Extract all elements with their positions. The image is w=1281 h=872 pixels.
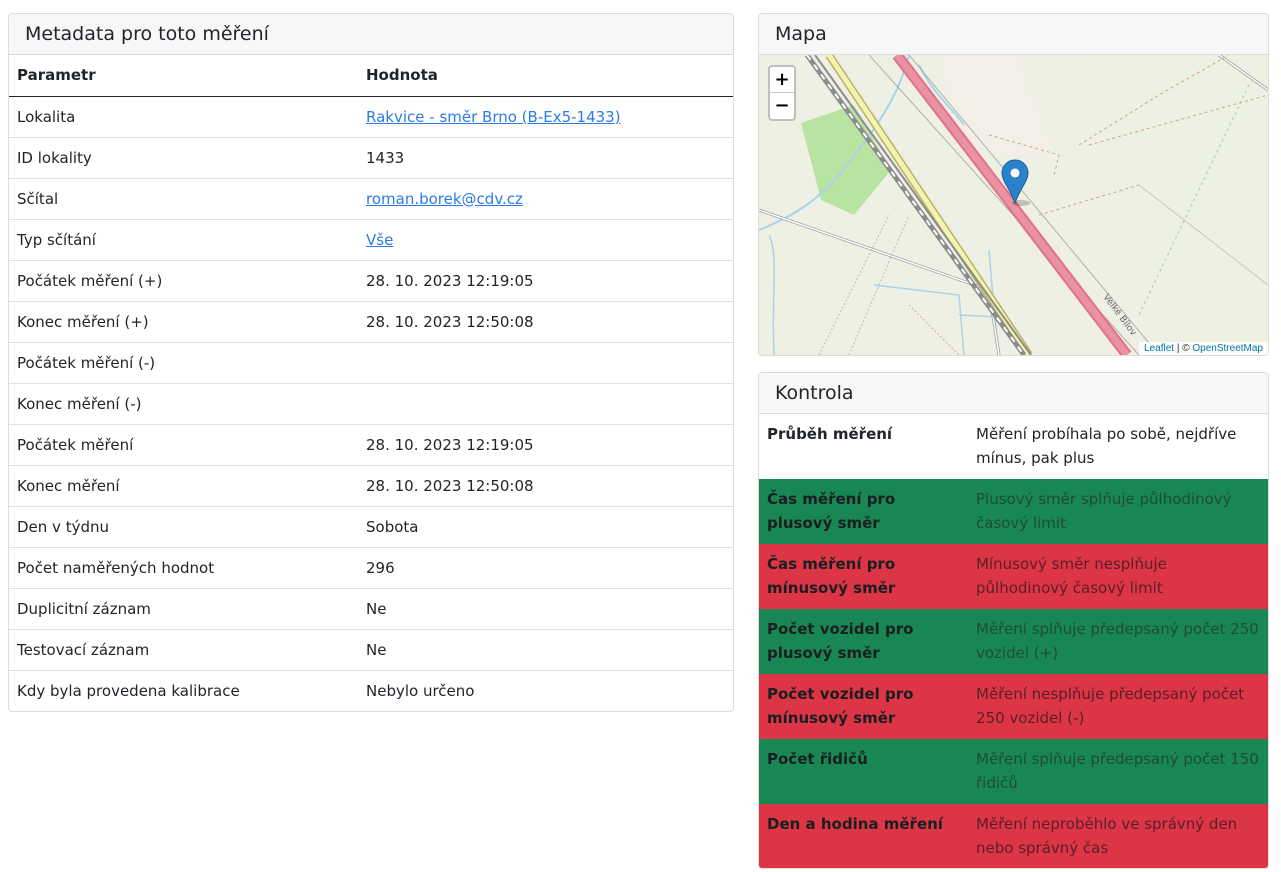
control-result: Mínusový směr nesplňuje půlhodinový časo… <box>968 544 1268 609</box>
param-label: Den v týdnu <box>9 505 358 547</box>
param-value: 1433 <box>358 136 733 178</box>
table-row: Počátek měření (+) 28. 10. 2023 12:19:05 <box>9 259 733 301</box>
control-result: Měření nesplňuje předepsaný počet 250 vo… <box>968 674 1268 739</box>
map-attribution: Leaflet | © OpenStreetMap <box>1139 342 1268 355</box>
param-value: roman.borek@cdv.cz <box>358 177 733 219</box>
table-row: Duplicitní záznam Ne <box>9 587 733 629</box>
param-label: Sčítal <box>9 177 358 219</box>
param-label: Konec měření <box>9 464 358 506</box>
param-value-link[interactable]: Vše <box>366 231 393 249</box>
map-view[interactable]: Velké Bílov + − Leaflet | © OpenStreetMa… <box>759 55 1268 355</box>
table-row: Testovací záznam Ne <box>9 628 733 670</box>
control-label: Počet řidičů <box>759 739 968 804</box>
column-header-param: Parametr <box>9 55 358 97</box>
table-row: Lokalita Rakvice - směr Brno (B-Ex5-1433) <box>9 96 733 137</box>
control-row: Počet vozidel pro mínusový směr Měření ne… <box>759 674 1268 739</box>
table-row: Počátek měření 28. 10. 2023 12:19:05 <box>9 423 733 465</box>
param-value-link[interactable]: Rakvice - směr Brno (B-Ex5-1433) <box>366 108 621 126</box>
param-value: 28. 10. 2023 12:19:05 <box>358 423 733 465</box>
zoom-out-button[interactable]: − <box>770 93 794 119</box>
metadata-title: Metadata pro toto měření <box>9 14 733 55</box>
control-row: Počet řidičů Měření splňuje předepsaný po… <box>759 739 1268 804</box>
control-label: Čas měření pro mínusový směr <box>759 544 968 609</box>
control-label: Den a hodina měření <box>759 804 968 868</box>
openstreetmap-link[interactable]: OpenStreetMap <box>1192 343 1263 354</box>
leaflet-link[interactable]: Leaflet <box>1144 343 1174 354</box>
metadata-card: Metadata pro toto měření Parametr Hodnot… <box>8 13 734 712</box>
zoom-in-button[interactable]: + <box>770 67 794 93</box>
control-label: Počet vozidel pro mínusový směr <box>759 674 968 739</box>
column-header-value: Hodnota <box>358 55 733 97</box>
control-row: Počet vozidel pro plusový směr Měření spl… <box>759 609 1268 674</box>
param-value <box>358 382 733 424</box>
metadata-table: Parametr Hodnota Lokalita Rakvice - směr … <box>9 55 733 711</box>
table-row: Typ sčítání Vše <box>9 218 733 260</box>
control-row: Čas měření pro plusový směr Plusový směr … <box>759 479 1268 544</box>
param-label: Počátek měření (-) <box>9 341 358 383</box>
control-label: Počet vozidel pro plusový směr <box>759 609 968 674</box>
table-row: Den v týdnu Sobota <box>9 505 733 547</box>
map-title: Mapa <box>759 14 1268 55</box>
table-row: Konec měření (-) <box>9 382 733 424</box>
param-value: Rakvice - směr Brno (B-Ex5-1433) <box>358 96 733 137</box>
map-zoom-control: + − <box>768 65 796 121</box>
param-label: Duplicitní záznam <box>9 587 358 629</box>
param-value: 28. 10. 2023 12:50:08 <box>358 464 733 506</box>
control-title: Kontrola <box>759 373 1268 414</box>
control-label: Čas měření pro plusový směr <box>759 479 968 544</box>
param-value: Sobota <box>358 505 733 547</box>
table-row: Počátek měření (-) <box>9 341 733 383</box>
control-row: Průběh měření Měření probíhala po sobě, n… <box>759 414 1268 479</box>
param-value: 28. 10. 2023 12:19:05 <box>358 259 733 301</box>
control-result: Měření probíhala po sobě, nejdříve mínus… <box>968 414 1268 479</box>
table-row: Sčítal roman.borek@cdv.cz <box>9 177 733 219</box>
control-card: Kontrola Průběh měření Měření probíhala p… <box>758 372 1269 869</box>
control-table: Průběh měření Měření probíhala po sobě, n… <box>759 414 1268 868</box>
control-result: Měření neproběhlo ve správný den nebo sp… <box>968 804 1268 868</box>
param-label: Testovací záznam <box>9 628 358 670</box>
control-result: Plusový směr splňuje půlhodinový časový … <box>968 479 1268 544</box>
map-tiles: Velké Bílov <box>759 55 1268 355</box>
metadata-table-body: Lokalita Rakvice - směr Brno (B-Ex5-1433)… <box>9 96 733 711</box>
param-value: Ne <box>358 587 733 629</box>
param-value: 28. 10. 2023 12:50:08 <box>358 300 733 342</box>
param-value: Ne <box>358 628 733 670</box>
param-label: Konec měření (+) <box>9 300 358 342</box>
table-header-row: Parametr Hodnota <box>9 55 733 97</box>
param-label: Počátek měření <box>9 423 358 465</box>
param-label: ID lokality <box>9 136 358 178</box>
control-result: Měření splňuje předepsaný počet 250 vozi… <box>968 609 1268 674</box>
param-label: Kdy byla provedena kalibrace <box>9 669 358 711</box>
param-label: Lokalita <box>17 107 76 126</box>
table-row: ID lokality 1433 <box>9 136 733 178</box>
param-label: Počátek měření (+) <box>9 259 358 301</box>
control-label: Průběh měření <box>759 414 968 479</box>
table-row: Konec měření 28. 10. 2023 12:50:08 <box>9 464 733 506</box>
control-table-body: Průběh měření Měření probíhala po sobě, n… <box>759 414 1268 868</box>
param-label: Konec měření (-) <box>9 382 358 424</box>
map-card: Mapa Velké Bílov + − Leaflet | © OpenStr… <box>758 13 1269 356</box>
control-row: Den a hodina měření Měření neproběhlo ve … <box>759 804 1268 868</box>
param-label: Počet naměřených hodnot <box>9 546 358 588</box>
table-row: Kdy byla provedena kalibrace Nebylo určen… <box>9 669 733 711</box>
param-value <box>358 341 733 383</box>
attribution-separator: | © <box>1174 343 1193 354</box>
param-label: Typ sčítání <box>9 218 358 260</box>
param-value: Nebylo určeno <box>358 669 733 711</box>
param-value-link[interactable]: roman.borek@cdv.cz <box>366 190 523 208</box>
control-row: Čas měření pro mínusový směr Mínusový smě… <box>759 544 1268 609</box>
param-value: Vše <box>358 218 733 260</box>
table-row: Počet naměřených hodnot 296 <box>9 546 733 588</box>
control-result: Měření splňuje předepsaný počet 150 řidi… <box>968 739 1268 804</box>
table-row: Konec měření (+) 28. 10. 2023 12:50:08 <box>9 300 733 342</box>
param-value: 296 <box>358 546 733 588</box>
